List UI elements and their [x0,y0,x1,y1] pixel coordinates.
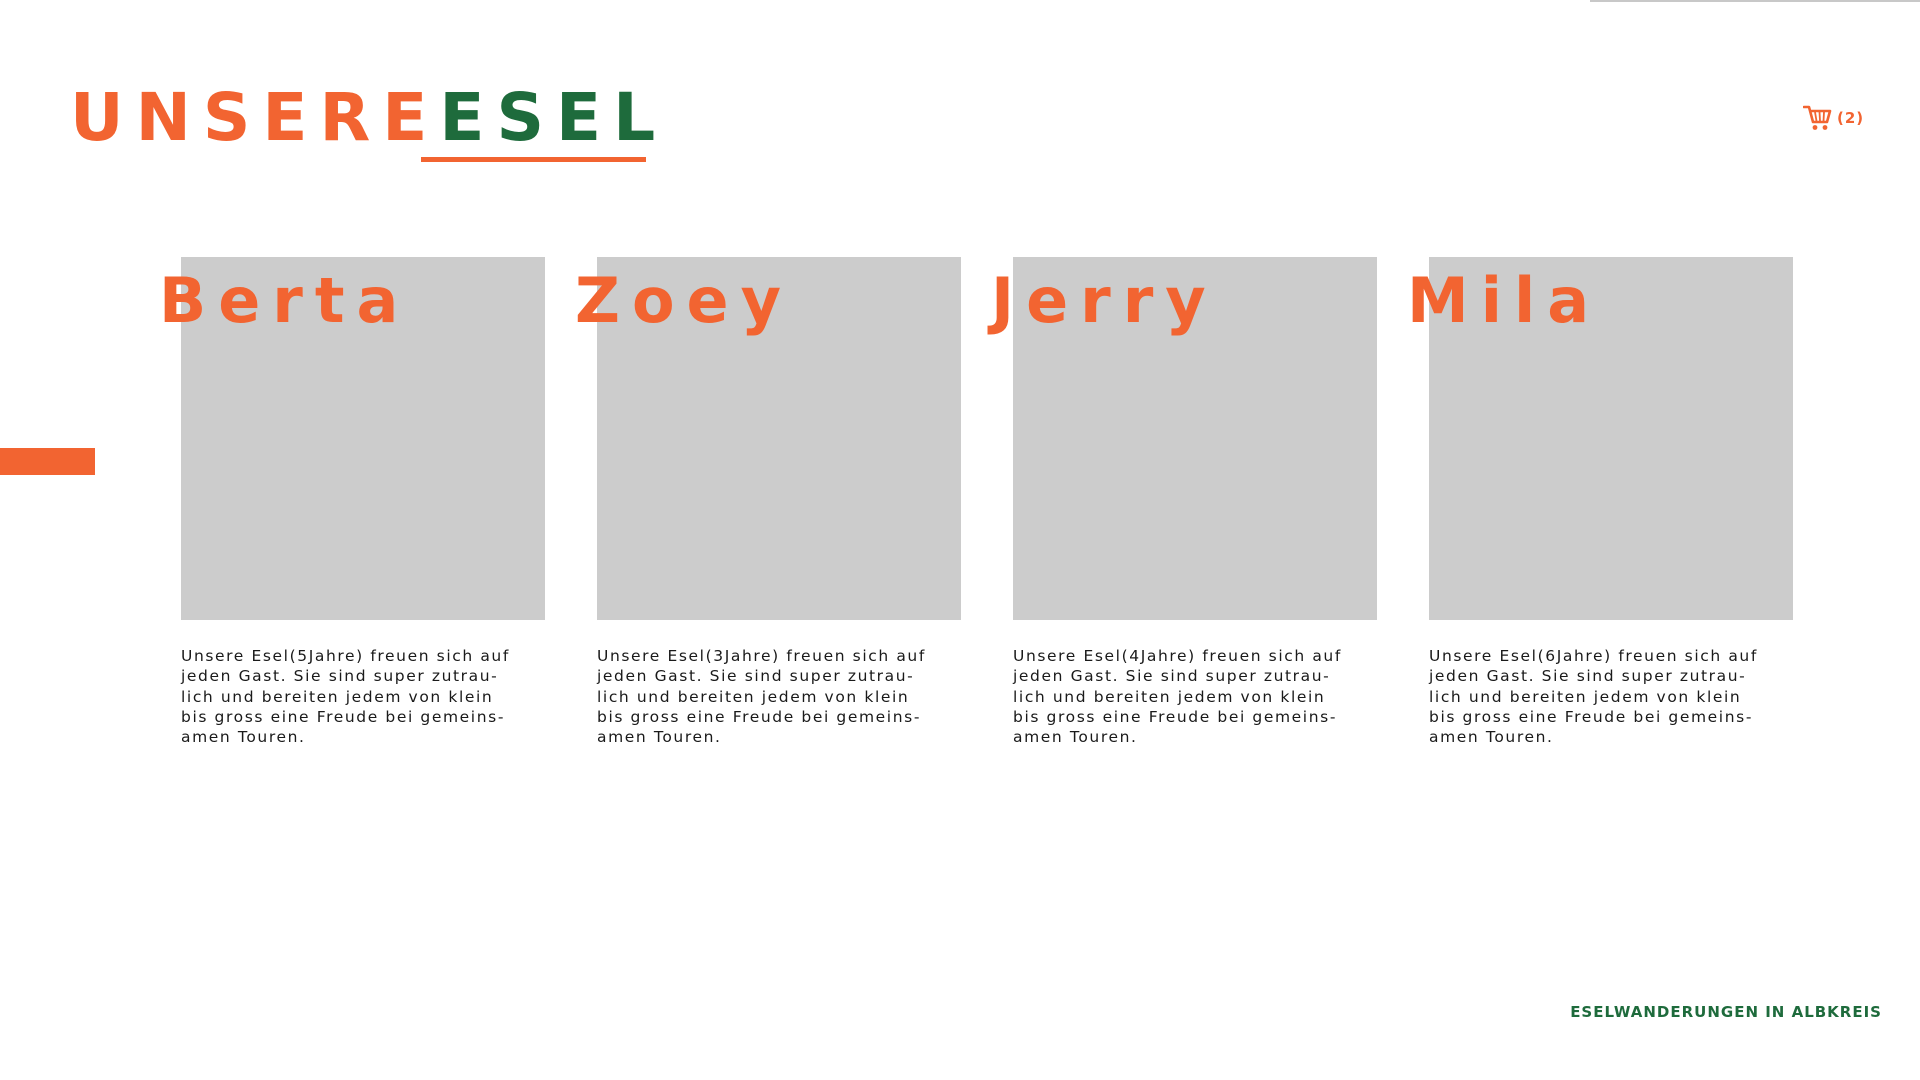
donkey-description: Unsere Esel(4Jahre) freuen sich auf jede… [1013,647,1342,747]
footer-tagline: ESELWANDERUNGEN IN ALBKREIS [1570,1003,1882,1021]
donkey-name: Berta [159,264,411,337]
donkey-description: Unsere Esel(3Jahre) freuen sich auf jede… [597,647,926,747]
shopping-cart-icon[interactable] [1803,104,1833,132]
page: UNSEREESEL (2) Berta Unsere Esel(5Jahre)… [0,0,1920,1080]
donkey-name: Mila [1407,264,1602,337]
page-title: UNSEREESEL [70,78,667,158]
donkey-description: Unsere Esel(6Jahre) freuen sich auf jede… [1429,647,1758,747]
donkey-name: Zoey [575,264,794,337]
cart-count: (2) [1837,109,1865,127]
cart-button[interactable]: (2) [1803,100,1864,136]
donkey-description: Unsere Esel(5Jahre) freuen sich auf jede… [181,647,510,747]
donkey-name: Jerry [991,264,1218,337]
page-title-part1: UNSERE [70,79,440,156]
page-title-part2: ESEL [439,79,668,156]
side-accent-bar [0,448,95,475]
title-underline [421,157,646,162]
top-edge-line [1590,0,1920,2]
